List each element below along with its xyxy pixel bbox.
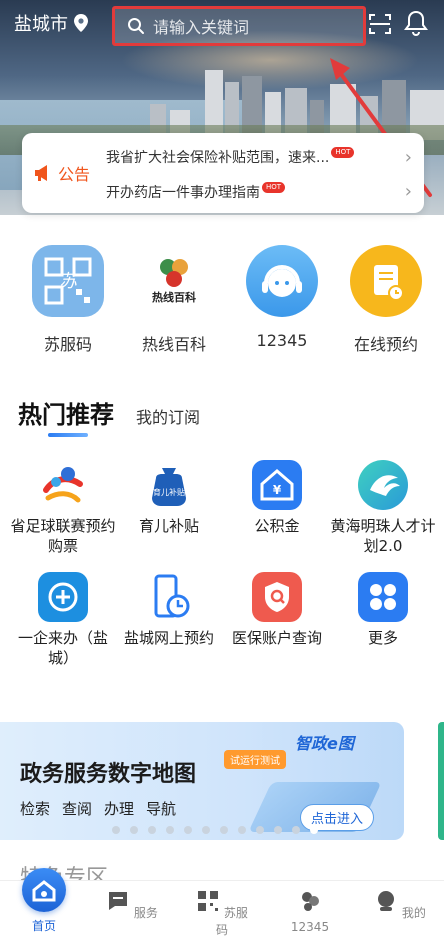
carousel-dot[interactable] — [256, 826, 264, 834]
chevron-right-icon: › — [404, 147, 412, 168]
carousel-dot[interactable] — [202, 826, 210, 834]
service-item[interactable]: 省足球联赛预约购票 — [8, 460, 118, 556]
carousel-dot[interactable] — [220, 826, 228, 834]
section-tabs: 热门推荐 我的订阅 — [18, 395, 200, 437]
service-item[interactable]: 育儿补贴 育儿补贴 — [114, 460, 224, 536]
svg-text:¥: ¥ — [273, 483, 282, 497]
banner-tag: 试运行测试 — [224, 750, 286, 769]
bottom-nav: 首页 服务 苏服码 12345 我的 — [0, 880, 444, 939]
notice-label: 公告 — [34, 161, 90, 185]
svg-text:育儿补贴: 育儿补贴 — [153, 487, 185, 497]
service-icon — [109, 892, 128, 910]
service-item[interactable]: 更多 — [328, 572, 438, 648]
digital-map-banner[interactable]: 智政e图 政务服务数字地图 试运行测试 检索 查阅 办理 导航 点击进入 — [0, 722, 404, 840]
childcare-subsidy-bag-icon: 育儿补贴 — [144, 460, 194, 510]
qr-code-icon: 苏 — [32, 245, 104, 317]
carousel-dot[interactable] — [292, 826, 300, 834]
qr-code-icon — [198, 891, 219, 911]
medical-insurance-icon — [252, 572, 302, 622]
football-league-icon — [38, 460, 88, 510]
nav-sufuma[interactable]: 苏服码 — [192, 889, 252, 938]
scan-icon[interactable] — [368, 12, 392, 36]
service-item[interactable]: 盐城网上预约 — [114, 572, 224, 648]
tab-my-subscriptions[interactable]: 我的订阅 — [136, 404, 200, 428]
service-item[interactable]: 医保账户查询 — [222, 572, 332, 648]
carousel-dot[interactable] — [130, 826, 138, 834]
carousel-dot[interactable] — [112, 826, 120, 834]
quick-app-sufuma[interactable]: 苏 苏服码 — [18, 245, 118, 355]
banner-links: 检索 查阅 办理 导航 — [20, 800, 177, 818]
city-name: 盐城市 — [14, 14, 68, 35]
search-input[interactable]: 请输入关键词 — [112, 6, 366, 46]
svg-text:苏: 苏 — [59, 271, 80, 292]
carousel-dot[interactable] — [148, 826, 156, 834]
hot-badge: HOT — [331, 147, 355, 158]
search-icon — [128, 18, 144, 34]
service-item[interactable]: ¥ 公积金 — [222, 460, 332, 536]
talent-plan-bird-icon — [358, 460, 408, 510]
carousel-dot[interactable] — [310, 826, 318, 834]
carousel-dots — [112, 826, 318, 834]
profile-icon — [378, 891, 395, 911]
location-pin-icon — [74, 14, 88, 32]
next-banner-peek[interactable] — [438, 722, 444, 840]
carousel-dot[interactable] — [274, 826, 282, 834]
tab-indicator — [48, 433, 88, 437]
notice-item[interactable]: 开办药店一件事办理指南 HOT — [106, 182, 406, 202]
hotline-encyclopedia-logo-icon: 热线百科 — [138, 245, 210, 317]
banner-brand: 智政e图 — [295, 734, 354, 753]
tab-hot-recommend[interactable]: 热门推荐 — [18, 395, 114, 437]
search-placeholder: 请输入关键词 — [153, 18, 250, 37]
enterprise-service-icon — [38, 572, 88, 622]
quick-app-12345[interactable]: 12345 — [232, 245, 332, 350]
nav-12345[interactable]: 12345 — [280, 889, 340, 934]
headset-icon — [246, 245, 318, 317]
housing-fund-icon: ¥ — [252, 460, 302, 510]
city-selector[interactable]: 盐城市 — [14, 10, 88, 36]
calendar-document-icon — [350, 245, 422, 317]
notice-item[interactable]: 我省扩大社会保险补贴范围，速来... HOT — [106, 147, 406, 167]
top-bar: 盐城市 请输入关键词 — [0, 0, 444, 46]
nav-profile[interactable]: 我的 — [370, 889, 430, 921]
hot-badge: HOT — [262, 182, 286, 193]
chevron-right-icon: › — [404, 181, 412, 202]
nav-service[interactable]: 服务 — [102, 889, 162, 921]
service-item[interactable]: 黄海明珠人才计划2.0 — [328, 460, 438, 556]
notification-bell-icon[interactable] — [404, 10, 428, 36]
carousel-dot[interactable] — [166, 826, 174, 834]
more-grid-icon — [358, 572, 408, 622]
home-icon[interactable] — [22, 868, 66, 912]
quick-app-hotline-wiki[interactable]: 热线百科 热线百科 — [124, 245, 224, 355]
megaphone-icon — [35, 165, 47, 181]
svg-text:热线百科: 热线百科 — [152, 290, 196, 304]
carousel-dot[interactable] — [238, 826, 246, 834]
carousel-dot[interactable] — [184, 826, 192, 834]
phone-clock-icon — [144, 572, 194, 622]
notice-card: 公告 我省扩大社会保险补贴范围，速来... HOT › 开办药店一件事办理指南 HO… — [22, 133, 424, 213]
hotline-icon — [302, 892, 319, 911]
banner-title: 政务服务数字地图 — [20, 762, 197, 787]
quick-app-online-booking[interactable]: 在线预约 — [336, 245, 436, 355]
service-item[interactable]: 一企来办（盐城） — [8, 572, 118, 668]
